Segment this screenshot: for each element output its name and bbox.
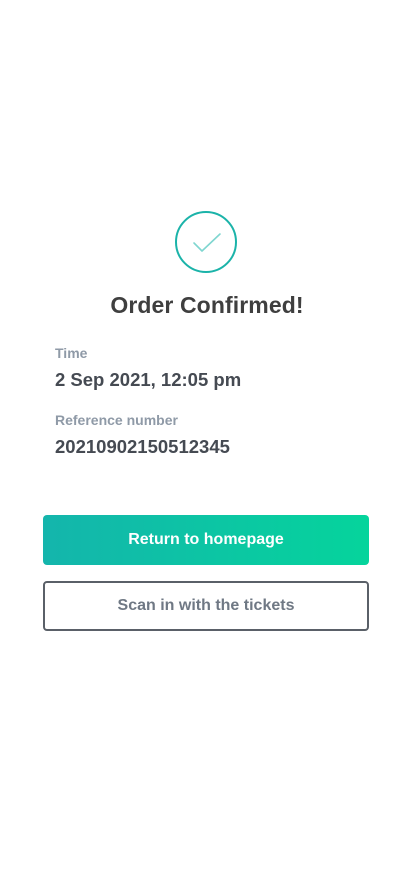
- page-title: Order Confirmed!: [110, 292, 304, 318]
- check-circle-icon: [175, 211, 237, 273]
- scan-tickets-label: Scan in with the tickets: [117, 597, 295, 614]
- return-to-homepage-label: Return to homepage: [128, 531, 284, 548]
- reference-number-label: Reference number: [55, 412, 178, 428]
- checkmark-icon: [193, 233, 221, 252]
- return-to-homepage-button[interactable]: Return to homepage: [43, 515, 369, 565]
- time-label: Time: [55, 345, 88, 361]
- reference-number-value: 20210902150512345: [55, 436, 230, 457]
- order-confirmation-screen: Order Confirmed! Time 2 Sep 2021, 12:05 …: [0, 0, 414, 896]
- time-value: 2 Sep 2021, 12:05 pm: [55, 369, 242, 390]
- scan-tickets-button[interactable]: Scan in with the tickets: [43, 581, 369, 631]
